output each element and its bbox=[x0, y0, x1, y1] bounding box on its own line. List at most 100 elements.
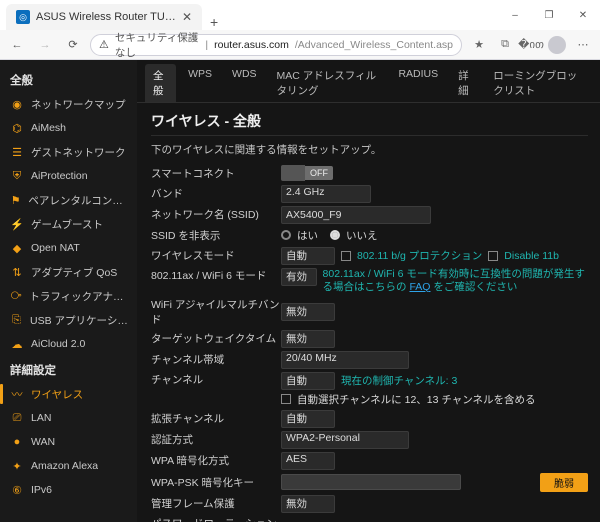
auth-select[interactable]: WPA2-Personal bbox=[281, 431, 409, 449]
bg-protection-checkbox[interactable] bbox=[341, 251, 351, 261]
page-tab[interactable]: ローミングブロックリスト bbox=[485, 64, 592, 102]
sidebar-icon: ⚡ bbox=[10, 217, 24, 231]
reading-list-icon[interactable]: ★ bbox=[468, 34, 490, 56]
window-close-button[interactable]: ✕ bbox=[566, 0, 600, 30]
sidebar-item[interactable]: ✦Amazon Alexa bbox=[0, 454, 137, 478]
sidebar-item-label: ワイヤレス bbox=[31, 387, 83, 402]
page-tab[interactable]: 全般 bbox=[145, 64, 176, 102]
label-hide-ssid: SSID を非表示 bbox=[151, 228, 281, 243]
sidebar-icon: ⎚ bbox=[10, 411, 24, 425]
page-tab[interactable]: WDS bbox=[224, 64, 265, 102]
sidebar-item[interactable]: ⇅アダプティブ QoS bbox=[0, 260, 137, 284]
sidebar-item[interactable]: ⌬ AiMesh bbox=[0, 116, 137, 140]
sidebar-icon: ☁ bbox=[10, 337, 24, 351]
label-psk: WPA-PSK 暗号化キー bbox=[151, 475, 281, 490]
pmf-select[interactable]: 無効 bbox=[281, 495, 335, 513]
extensions-icon[interactable]: ⧉ bbox=[494, 34, 516, 56]
sidebar-item-label: ペアレンタルコントロー… bbox=[28, 193, 131, 208]
sidebar-icon: ◆ bbox=[10, 241, 24, 255]
site-warning-icon: ⚠ bbox=[99, 38, 109, 51]
sidebar-icon: ⧂ bbox=[10, 289, 22, 303]
sidebar-item-label: トラフィックアナライザ bbox=[29, 289, 131, 304]
sidebar-icon: ✦ bbox=[10, 459, 24, 473]
sidebar-icon: ⚑ bbox=[10, 193, 21, 207]
current-channel-note: 現在の制御チャンネル: 3 bbox=[341, 373, 457, 388]
sidebar-item[interactable]: ◉ネットワークマップ bbox=[0, 92, 137, 116]
reload-button[interactable]: ⟳ bbox=[62, 34, 84, 56]
disable-11b-checkbox[interactable] bbox=[488, 251, 498, 261]
page-tab[interactable]: 詳細 bbox=[450, 64, 481, 102]
band-select[interactable]: 2.4 GHz bbox=[281, 185, 371, 203]
favorites-icon[interactable]: �ით bbox=[520, 34, 542, 56]
label-pmf: 管理フレーム保護 bbox=[151, 496, 281, 511]
sidebar-item-label: ゲストネットワーク bbox=[31, 145, 126, 160]
psk-input[interactable] bbox=[281, 474, 461, 490]
sidebar-icon: ⎘ bbox=[10, 313, 23, 327]
window-minimize-button[interactable]: – bbox=[498, 0, 532, 30]
ax-faq-link[interactable]: FAQ bbox=[409, 281, 430, 293]
sidebar-icon: ⌬ bbox=[10, 121, 24, 135]
include-12-13-checkbox[interactable] bbox=[281, 394, 291, 404]
window-maximize-button[interactable]: ❐ bbox=[532, 0, 566, 30]
sidebar-item[interactable]: ⑥IPv6 bbox=[0, 478, 137, 502]
channel-width-select[interactable]: 20/40 MHz bbox=[281, 351, 409, 369]
agile-select[interactable]: 無効 bbox=[281, 303, 335, 321]
twt-select[interactable]: 無効 bbox=[281, 330, 335, 348]
wireless-mode-select[interactable]: 自動 bbox=[281, 247, 335, 265]
sidebar: 全般 ◉ネットワークマップ⌬AiMesh☰ゲストネットワーク⛨AiProtect… bbox=[0, 60, 137, 522]
sidebar-item-label: AiProtection bbox=[31, 170, 88, 182]
label-encryption: WPA 暗号化方式 bbox=[151, 453, 281, 468]
ax-mode-select[interactable]: 有効 bbox=[281, 268, 317, 286]
url-path: /Advanced_Wireless_Content.asp bbox=[295, 39, 453, 51]
label-smart-connect: スマートコネクト bbox=[151, 166, 281, 181]
ssid-input[interactable] bbox=[281, 206, 431, 224]
sidebar-item[interactable]: ☰ ゲストネットワーク bbox=[0, 140, 137, 164]
ext-channel-select[interactable]: 自動 bbox=[281, 410, 335, 428]
page-tab[interactable]: WPS bbox=[180, 64, 220, 102]
tab-close-icon[interactable]: ✕ bbox=[182, 10, 192, 24]
profile-avatar[interactable] bbox=[546, 34, 568, 56]
sidebar-item-label: アダプティブ QoS bbox=[31, 265, 117, 280]
sidebar-item-label: IPv6 bbox=[31, 484, 52, 496]
label-agile-multiband: WiFi アジャイルマルチバンド bbox=[151, 297, 281, 327]
hide-ssid-no-radio[interactable] bbox=[330, 230, 340, 240]
sidebar-item[interactable]: ⛨ AiProtection bbox=[0, 164, 137, 188]
sidebar-item[interactable]: 〰ワイヤレス bbox=[0, 382, 137, 406]
sidebar-item[interactable]: ⎘USB アプリケーション bbox=[0, 308, 137, 332]
label-auth: 認証方式 bbox=[151, 432, 281, 447]
sidebar-item-label: AiMesh bbox=[31, 122, 66, 134]
address-bar[interactable]: ⚠ セキュリティ保護なし | router.asus.com/Advanced_… bbox=[90, 34, 462, 56]
sidebar-item[interactable]: ◆Open NAT bbox=[0, 236, 137, 260]
browser-tab[interactable]: ◎ ASUS Wireless Router TUF-AX54… ✕ bbox=[6, 4, 202, 30]
sidebar-item-label: WAN bbox=[31, 436, 55, 448]
hide-ssid-yes-radio[interactable] bbox=[281, 230, 291, 240]
back-button[interactable]: ← bbox=[6, 34, 28, 56]
label-channel: チャンネル bbox=[151, 372, 281, 387]
site-warning-label: セキュリティ保護なし bbox=[115, 30, 200, 60]
menu-dots-icon[interactable]: ⋯ bbox=[572, 34, 594, 56]
sidebar-item[interactable]: ⚑ ペアレンタルコントロー… bbox=[0, 188, 137, 212]
label-band: バンド bbox=[151, 186, 281, 201]
page-tabs: 全般WPSWDSMAC アドレスフィルタリングRADIUS詳細ローミングブロック… bbox=[137, 60, 600, 103]
smart-connect-toggle[interactable]: OFF bbox=[281, 165, 333, 181]
page-tab[interactable]: MAC アドレスフィルタリング bbox=[269, 64, 387, 102]
forward-button[interactable]: → bbox=[34, 34, 56, 56]
tab-title: ASUS Wireless Router TUF-AX54… bbox=[36, 11, 176, 23]
sidebar-icon: 〰 bbox=[10, 387, 24, 401]
sidebar-icon: ⛨ bbox=[10, 169, 24, 183]
sidebar-item-label: ゲームブースト bbox=[31, 217, 103, 232]
sidebar-item[interactable]: ●WAN bbox=[0, 430, 137, 454]
sidebar-icon: ◉ bbox=[10, 97, 24, 111]
channel-select[interactable]: 自動 bbox=[281, 372, 335, 390]
sidebar-item[interactable]: ☁AiCloud 2.0 bbox=[0, 332, 137, 356]
new-tab-button[interactable]: + bbox=[202, 14, 226, 30]
encryption-select[interactable]: AES bbox=[281, 452, 335, 470]
sidebar-item[interactable]: ⧂ トラフィックアナライザ bbox=[0, 284, 137, 308]
sidebar-icon: ☰ bbox=[10, 145, 24, 159]
sidebar-item[interactable]: ⚡ ゲームブースト bbox=[0, 212, 137, 236]
sidebar-group-advanced: 詳細設定 bbox=[0, 356, 137, 382]
page-tab[interactable]: RADIUS bbox=[390, 64, 446, 102]
sidebar-item[interactable]: ⎚ LAN bbox=[0, 406, 137, 430]
sidebar-item-label: LAN bbox=[31, 412, 51, 424]
label-ssid: ネットワーク名 (SSID) bbox=[151, 207, 281, 222]
